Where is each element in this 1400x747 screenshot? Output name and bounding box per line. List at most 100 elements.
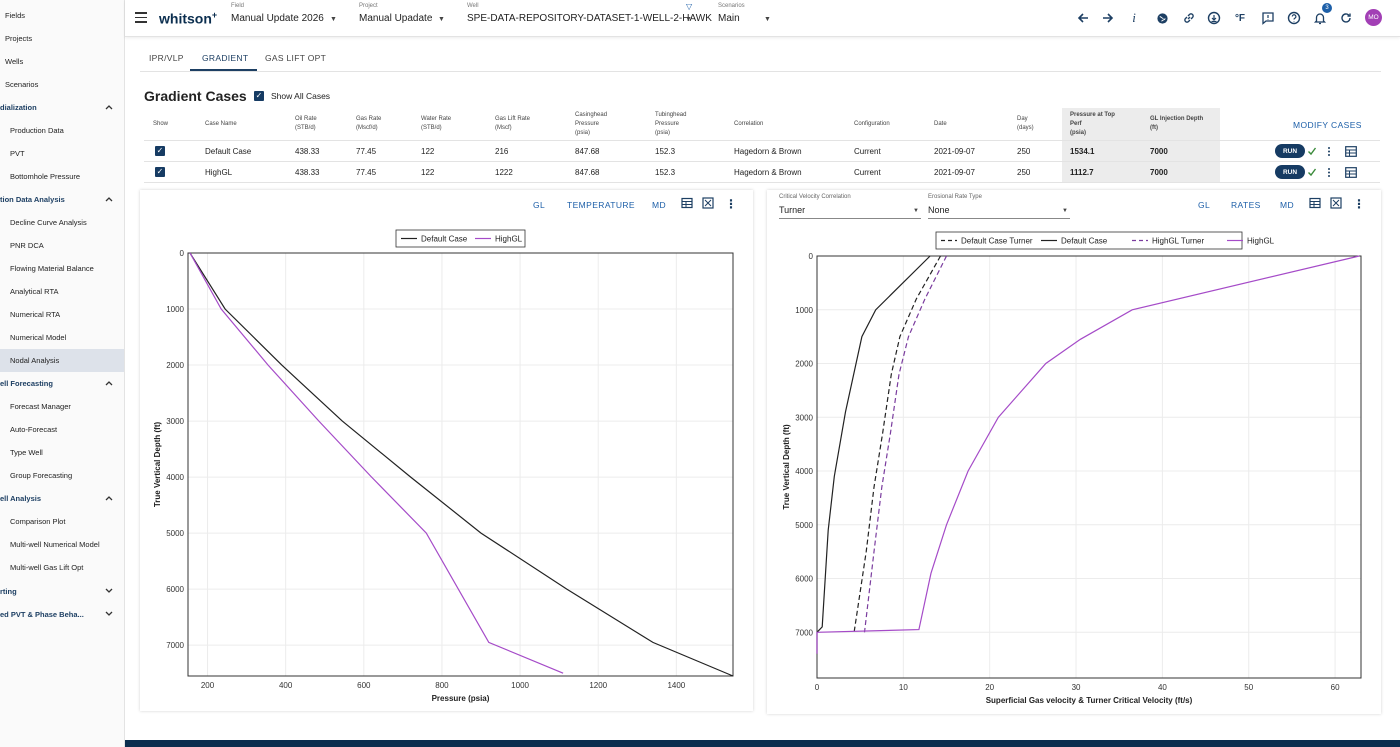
sidebar-item[interactable]: ed PVT & Phase Beha... <box>0 603 124 626</box>
legend-entry[interactable]: HighGL Turner <box>1152 237 1205 246</box>
table-view-icon-right[interactable] <box>1309 197 1321 212</box>
table-view-icon[interactable] <box>681 197 693 212</box>
chevron-up-icon[interactable] <box>105 194 113 204</box>
more-vert-icon[interactable] <box>1326 167 1332 181</box>
temperature-button[interactable]: TEMPERATURE <box>567 200 635 210</box>
sidebar-item[interactable]: Wells <box>0 50 124 73</box>
sidebar-item[interactable]: Numerical Model <box>0 326 124 349</box>
sidebar-item[interactable]: Group Forecasting <box>0 464 124 487</box>
check-icon[interactable] <box>1307 167 1317 180</box>
sidebar-item[interactable]: Fields <box>0 4 124 27</box>
series-line-highgl <box>816 255 1360 654</box>
chevron-up-icon[interactable] <box>105 102 113 112</box>
cell-thp: 152.3 <box>655 147 676 156</box>
sidebar-item[interactable]: Bottomhole Pressure <box>0 165 124 188</box>
filter-icon[interactable]: ▽ <box>686 2 692 11</box>
project-select[interactable]: Project Manual Upadate <box>359 3 432 24</box>
sidebar-item[interactable]: ell Analysis <box>0 487 124 510</box>
arrow-left-icon[interactable] <box>1075 10 1091 26</box>
y-tick-label: 5000 <box>795 521 813 530</box>
sidebar-item[interactable]: Forecast Manager <box>0 395 124 418</box>
sidebar-item[interactable]: Nodal Analysis <box>0 349 124 372</box>
tab-gradient[interactable]: GRADIENT <box>202 53 248 63</box>
run-button[interactable]: RUN <box>1275 144 1305 158</box>
info-icon[interactable]: i <box>1126 10 1142 26</box>
arrow-right-icon[interactable] <box>1100 10 1116 26</box>
sidebar-item[interactable]: PNR DCA <box>0 234 124 257</box>
chevron-up-icon[interactable] <box>105 378 113 388</box>
md-button-right[interactable]: MD <box>1280 200 1294 210</box>
zoom-fit-icon[interactable] <box>702 197 714 212</box>
erosional-caret-icon[interactable]: ▼ <box>1062 208 1068 214</box>
avatar[interactable]: MO <box>1365 9 1382 26</box>
legend-entry[interactable]: Default Case Turner <box>961 237 1033 246</box>
row-show-checkbox[interactable]: ✓ <box>155 146 165 156</box>
tab-gas-lift-opt[interactable]: GAS LIFT OPT <box>265 53 326 63</box>
chevron-up-icon[interactable] <box>105 493 113 503</box>
gl-button[interactable]: GL <box>533 200 545 210</box>
sidebar-item-label: tion Data Analysis <box>0 195 65 204</box>
sidebar-item[interactable]: Numerical RTA <box>0 303 124 326</box>
check-icon[interactable] <box>1307 146 1317 159</box>
download-icon[interactable] <box>1206 10 1222 26</box>
scenarios-caret-icon[interactable]: ▼ <box>764 16 771 23</box>
field-select[interactable]: Field Manual Update 2026 <box>231 3 324 24</box>
zoom-fit-icon-right[interactable] <box>1330 197 1342 212</box>
legend-entry[interactable]: Default Case <box>1061 237 1108 246</box>
sidebar-item[interactable]: PVT <box>0 142 124 165</box>
refresh-icon[interactable] <box>1338 10 1354 26</box>
sidebar-item[interactable]: Analytical RTA <box>0 280 124 303</box>
modify-cases-button[interactable]: MODIFY CASES <box>1293 120 1362 130</box>
more-vert-icon[interactable] <box>1326 146 1332 160</box>
rates-button[interactable]: RATES <box>1231 200 1261 210</box>
scenarios-select[interactable]: Scenarios Main <box>718 3 745 24</box>
sidebar-item[interactable]: Comparison Plot <box>0 510 124 533</box>
sidebar-item[interactable]: Scenarios <box>0 73 124 96</box>
sidebar-item[interactable]: Auto-Forecast <box>0 418 124 441</box>
help-icon[interactable] <box>1286 10 1302 26</box>
table-icon[interactable] <box>1345 167 1357 181</box>
legend-entry[interactable]: HighGL <box>495 235 523 244</box>
sidebar-item[interactable]: ell Forecasting <box>0 372 124 395</box>
row-show-checkbox[interactable]: ✓ <box>155 167 165 177</box>
fahrenheit-icon[interactable]: °F <box>1232 10 1248 26</box>
globe-icon[interactable] <box>1154 10 1170 26</box>
legend-entry[interactable]: HighGL <box>1247 237 1275 246</box>
sidebar-item[interactable]: dialization <box>0 96 124 119</box>
sidebar-item[interactable]: Production Data <box>0 119 124 142</box>
sidebar-item[interactable]: rting <box>0 580 124 603</box>
link-icon[interactable] <box>1181 10 1197 26</box>
project-caret-icon[interactable]: ▼ <box>438 16 445 23</box>
sidebar-item[interactable]: Multi-well Gas Lift Opt <box>0 556 124 579</box>
table-icon[interactable] <box>1345 146 1357 160</box>
sidebar-item[interactable]: Multi-well Numerical Model <box>0 533 124 556</box>
sidebar-item[interactable]: tion Data Analysis <box>0 188 124 211</box>
bell-icon[interactable]: 3 <box>1312 3 1332 26</box>
chevron-down-icon[interactable] <box>105 609 113 619</box>
gl-button-right[interactable]: GL <box>1198 200 1210 210</box>
show-all-checkbox[interactable]: ✓ <box>254 91 264 101</box>
run-button[interactable]: RUN <box>1275 165 1305 179</box>
sidebar-item[interactable]: Flowing Material Balance <box>0 257 124 280</box>
sidebar-item[interactable]: Projects <box>0 27 124 50</box>
more-vert-icon[interactable]: ⋮ <box>725 197 737 211</box>
field-caret-icon[interactable]: ▼ <box>330 16 337 23</box>
sidebar-item[interactable]: Type Well <box>0 441 124 464</box>
series-line-default-case <box>189 252 734 677</box>
more-vert-icon-right[interactable]: ⋮ <box>1353 197 1365 211</box>
tab-ipr-vlp[interactable]: IPR/VLP <box>149 53 184 63</box>
menu-icon[interactable] <box>135 12 147 23</box>
legend-entry[interactable]: Default Case <box>421 235 468 244</box>
well-caret-icon[interactable]: ▼ <box>685 16 692 23</box>
critical-velocity-select[interactable]: Turner <box>779 205 805 215</box>
md-button[interactable]: MD <box>652 200 666 210</box>
well-select[interactable]: Well SPE-DATA-REPOSITORY-DATASET-1-WELL-… <box>467 3 712 24</box>
app-logo[interactable]: whitson+ <box>159 10 217 27</box>
sidebar-item[interactable]: Decline Curve Analysis <box>0 211 124 234</box>
erosional-select[interactable]: None <box>928 205 950 215</box>
column-header-date: Date <box>934 120 947 127</box>
critical-velocity-caret-icon[interactable]: ▼ <box>913 208 919 214</box>
chevron-down-icon[interactable] <box>105 586 113 596</box>
feedback-icon[interactable] <box>1260 10 1276 26</box>
cell-name: HighGL <box>205 168 233 177</box>
